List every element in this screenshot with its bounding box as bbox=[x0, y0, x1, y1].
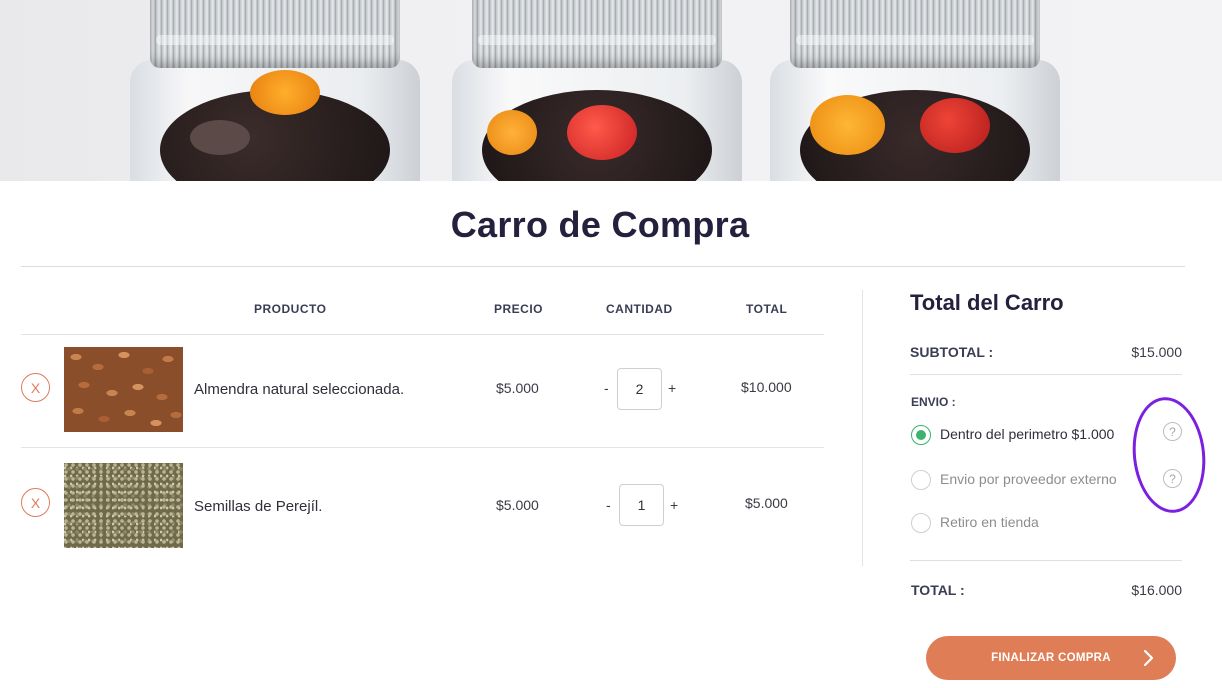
quantity-decrement-button[interactable]: - bbox=[606, 497, 611, 513]
shipping-radio-perimeter[interactable] bbox=[911, 425, 931, 445]
line-total: $5.000 bbox=[745, 495, 788, 511]
checkout-button[interactable]: FINALIZAR COMPRA bbox=[926, 636, 1176, 680]
jar-image-left bbox=[130, 0, 420, 181]
jar-image-right bbox=[770, 0, 1060, 181]
almonds-photo bbox=[64, 347, 183, 432]
column-divider bbox=[862, 290, 863, 566]
shipping-label: ENVIO : bbox=[911, 395, 956, 409]
product-name: Semillas de Perejíl. bbox=[194, 498, 323, 515]
total-label: TOTAL : bbox=[911, 582, 965, 598]
column-header-total: TOTAL bbox=[746, 302, 788, 316]
column-header-quantity: CANTIDAD bbox=[606, 302, 673, 316]
shipping-option-label[interactable]: Dentro del perimetro $1.000 bbox=[940, 426, 1114, 442]
remove-item-button[interactable]: X bbox=[21, 373, 50, 402]
shipping-radio-external[interactable] bbox=[911, 470, 931, 490]
checkout-button-label: FINALIZAR COMPRA bbox=[991, 652, 1111, 664]
line-total: $10.000 bbox=[741, 379, 792, 395]
quantity-input[interactable] bbox=[617, 368, 662, 410]
cart-totals-title: Total del Carro bbox=[910, 290, 1064, 315]
chevron-right-icon bbox=[1143, 649, 1154, 667]
remove-item-button[interactable]: X bbox=[21, 488, 50, 517]
header-divider bbox=[21, 334, 824, 335]
column-header-price: PRECIO bbox=[494, 302, 544, 316]
product-price: $5.000 bbox=[496, 380, 539, 396]
hero-banner-jars bbox=[0, 0, 1222, 181]
column-header-product: PRODUCTO bbox=[254, 302, 327, 316]
quantity-input[interactable] bbox=[619, 484, 664, 526]
subtotal-label: SUBTOTAL : bbox=[910, 344, 994, 360]
annotation-circle bbox=[1127, 393, 1211, 517]
shipping-option-label[interactable]: Envio por proveedor externo bbox=[940, 471, 1117, 487]
row-divider bbox=[21, 447, 824, 448]
subtotal-value: $15.000 bbox=[1131, 344, 1182, 360]
shipping-divider bbox=[910, 560, 1182, 561]
shipping-radio-pickup[interactable] bbox=[911, 513, 931, 533]
quantity-decrement-button[interactable]: - bbox=[604, 380, 609, 396]
parsley-seeds-photo bbox=[64, 463, 183, 548]
subtotal-divider bbox=[910, 374, 1182, 375]
product-name: Almendra natural seleccionada. bbox=[194, 381, 405, 398]
product-price: $5.000 bbox=[496, 497, 539, 513]
quantity-increment-button[interactable]: + bbox=[668, 380, 676, 396]
title-divider bbox=[21, 266, 1185, 267]
shipping-option-label[interactable]: Retiro en tienda bbox=[940, 514, 1039, 530]
jar-image-middle bbox=[452, 0, 742, 181]
quantity-increment-button[interactable]: + bbox=[670, 497, 678, 513]
page-title: Carro de Compra bbox=[450, 204, 750, 245]
total-value: $16.000 bbox=[1131, 582, 1182, 598]
